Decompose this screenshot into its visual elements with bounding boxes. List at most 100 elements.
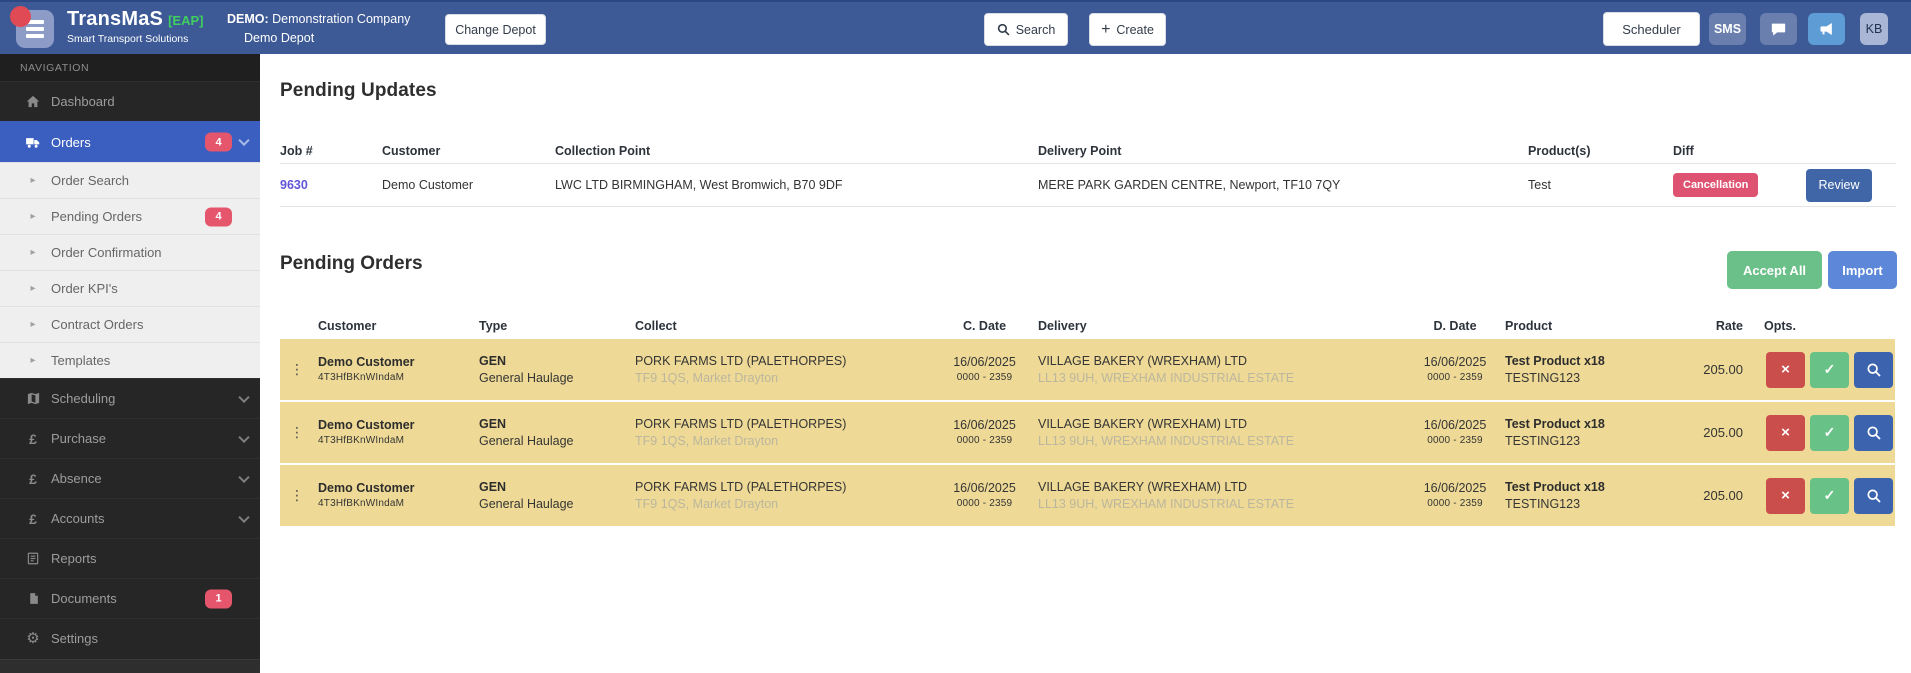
collect-address: TF9 1QS, Market Drayton — [635, 370, 779, 385]
sidebar-item-scheduling[interactable]: Scheduling — [0, 378, 260, 418]
company-depot-block: DEMO: Demonstration Company Demo Depot — [227, 11, 410, 47]
sidebar-item-templates[interactable]: ▸ Templates — [0, 342, 260, 378]
pending-update-row: 9630 Demo Customer LWC LTD BIRMINGHAM, W… — [280, 164, 1896, 207]
sidebar-item-label: Scheduling — [51, 391, 116, 406]
documents-count-badge: 1 — [205, 589, 232, 608]
caret-right-icon: ▸ — [30, 355, 36, 366]
search-button[interactable]: Search — [984, 13, 1068, 46]
sidebar-item-order-search[interactable]: ▸ Order Search — [0, 162, 260, 198]
row-menu-icon[interactable]: ⋮ — [280, 487, 318, 504]
review-button[interactable]: Review — [1806, 168, 1872, 202]
logo-notification-dot — [10, 6, 31, 27]
order-customer-ref: 4T3HfBKnWIndaM — [318, 435, 405, 447]
collect-date: 16/06/2025 — [953, 418, 1016, 433]
main-content: Pending Updates Job # Customer Collectio… — [260, 54, 1911, 673]
delivery-name: VILLAGE BAKERY (WREXHAM) LTD — [1038, 479, 1248, 494]
sidebar-item-pending-orders[interactable]: ▸ Pending Orders 4 — [0, 198, 260, 234]
column-header-products: Product(s) — [1528, 143, 1591, 158]
map-icon — [24, 391, 42, 406]
accept-order-button[interactable]: ✓ — [1810, 351, 1849, 388]
delivery-address: LL13 9UH, WREXHAM INDUSTRIAL ESTATE — [1038, 370, 1295, 385]
close-icon: × — [1781, 487, 1790, 504]
sidebar-item-dashboard[interactable]: Dashboard — [0, 81, 260, 121]
column-header-type: Type — [479, 318, 508, 333]
order-type-code: GEN — [479, 353, 507, 368]
scheduler-button[interactable]: Scheduler — [1603, 12, 1700, 46]
collect-name: PORK FARMS LTD (PALETHORPES) — [635, 416, 847, 431]
caret-right-icon: ▸ — [30, 319, 36, 330]
accept-order-button[interactable]: ✓ — [1810, 477, 1849, 514]
sidebar-item-documents[interactable]: Documents 1 — [0, 578, 260, 618]
app-window: TransMaS [EAP] Smart Transport Solutions … — [0, 0, 1911, 673]
pending-orders-header: Pending Orders Accept All Import — [260, 251, 1911, 293]
check-icon: ✓ — [1823, 487, 1836, 503]
delivery-time-window: 0000 - 2359 — [1427, 372, 1483, 384]
chat-button[interactable] — [1760, 13, 1797, 45]
magnifier-icon — [1866, 425, 1882, 441]
row-menu-icon[interactable]: ⋮ — [280, 424, 318, 441]
change-depot-button[interactable]: Change Depot — [445, 14, 546, 45]
sidebar-item-label: Dashboard — [51, 94, 115, 109]
reject-order-button[interactable]: × — [1766, 351, 1805, 388]
collect-name: PORK FARMS LTD (PALETHORPES) — [635, 353, 847, 368]
close-icon: × — [1781, 361, 1790, 378]
sidebar-item-contract-orders[interactable]: ▸ Contract Orders — [0, 306, 260, 342]
view-order-button[interactable] — [1854, 414, 1893, 451]
product-ref: TESTING123 — [1505, 496, 1581, 511]
sidebar-item-label: Accounts — [51, 511, 105, 526]
cancellation-badge: Cancellation — [1673, 173, 1759, 197]
sidebar-item-reports[interactable]: Reports — [0, 538, 260, 578]
close-icon: × — [1781, 424, 1790, 441]
knowledge-base-button[interactable]: KB — [1860, 13, 1888, 45]
caret-right-icon: ▸ — [30, 283, 36, 294]
pending-orders-table: Customer Type Collect C. Date Delivery D… — [280, 312, 1895, 526]
column-header-customer: Customer — [382, 143, 441, 158]
accept-order-button[interactable]: ✓ — [1810, 414, 1849, 451]
create-button[interactable]: + Create — [1089, 13, 1166, 46]
sms-button[interactable]: SMS — [1709, 13, 1746, 45]
sidebar-item-absence[interactable]: £ Absence — [0, 458, 260, 498]
column-header-collect: Collect — [635, 318, 677, 333]
product-ref: TESTING123 — [1505, 370, 1581, 385]
search-button-label: Search — [1015, 22, 1056, 37]
view-order-button[interactable] — [1854, 351, 1893, 388]
delivery-date: 16/06/2025 — [1423, 481, 1487, 496]
reject-order-button[interactable]: × — [1766, 414, 1805, 451]
accept-all-button[interactable]: Accept All — [1727, 251, 1822, 289]
pending-orders-actions: Accept All Import — [1727, 251, 1897, 289]
collect-time-window: 0000 - 2359 — [956, 372, 1013, 384]
top-header-bar: TransMaS [EAP] Smart Transport Solutions … — [0, 0, 1911, 54]
brand-name: TransMaS — [67, 8, 164, 30]
import-button[interactable]: Import — [1828, 251, 1897, 289]
sidebar-item-orders[interactable]: Orders 4 — [0, 121, 260, 162]
sidebar-item-accounts[interactable]: £ Accounts — [0, 498, 260, 538]
megaphone-icon — [1818, 21, 1835, 37]
pound-icon: £ — [29, 430, 37, 447]
announcements-button[interactable] — [1808, 13, 1845, 45]
job-number-link[interactable]: 9630 — [280, 178, 308, 192]
column-header-job: Job # — [280, 143, 313, 158]
column-header-product: Product — [1505, 318, 1553, 333]
sidebar-item-label: Absence — [51, 471, 102, 486]
delivery-address: LL13 9UH, WREXHAM INDUSTRIAL ESTATE — [1038, 496, 1295, 511]
row-menu-icon[interactable]: ⋮ — [280, 361, 318, 378]
view-order-button[interactable] — [1854, 477, 1893, 514]
sidebar-item-purchase[interactable]: £ Purchase — [0, 418, 260, 458]
magnifier-icon — [1866, 488, 1882, 504]
sidebar-item-order-confirmation[interactable]: ▸ Order Confirmation — [0, 234, 260, 270]
column-header-opts: Opts. — [1764, 318, 1796, 333]
caret-right-icon: ▸ — [30, 247, 36, 258]
sidebar-item-order-kpis[interactable]: ▸ Order KPI's — [0, 270, 260, 306]
sidebar-item-label: Order KPI's — [51, 281, 118, 296]
column-header-rate: Rate — [1715, 318, 1743, 333]
truck-icon — [24, 135, 42, 150]
sidebar-item-label: Pending Orders — [51, 209, 143, 224]
update-delivery-point: MERE PARK GARDEN CENTRE, Newport, TF10 7… — [1038, 178, 1341, 192]
sidebar-navigation: NAVIGATION Dashboard Orders 4 ▸ Order Se… — [0, 54, 260, 673]
reject-order-button[interactable]: × — [1766, 477, 1805, 514]
depot-name: Demo Depot — [244, 31, 315, 46]
pending-orders-header-row: Customer Type Collect C. Date Delivery D… — [280, 312, 1895, 339]
column-header-delivery: Delivery — [1038, 318, 1087, 333]
delivery-time-window: 0000 - 2359 — [1427, 498, 1483, 510]
sidebar-item-settings[interactable]: ⚙ Settings — [0, 618, 260, 658]
